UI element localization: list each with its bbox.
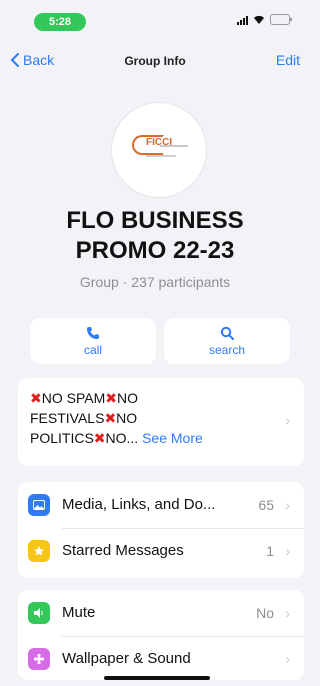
- group-name: FLO BUSINESS PROMO 22-23: [0, 206, 310, 266]
- phone-icon: [87, 327, 99, 339]
- chevron-right-icon: ›: [285, 412, 290, 428]
- description-segment: FESTIVALS: [30, 410, 105, 426]
- chevron-right-icon: ›: [285, 605, 290, 621]
- group-name-line-1: FLO BUSINESS: [66, 207, 244, 234]
- see-more-link[interactable]: See More: [142, 430, 203, 446]
- page-title: Group Info: [124, 54, 186, 68]
- signal-icon: [237, 15, 248, 25]
- wallpaper-sound-row[interactable]: Wallpaper & Sound ›: [18, 636, 304, 680]
- chevron-right-icon: ›: [285, 497, 290, 513]
- chevron-right-icon: ›: [285, 543, 290, 559]
- starred-messages-row[interactable]: Starred Messages 1 ›: [18, 528, 304, 574]
- group-avatar[interactable]: FICCI: [112, 103, 206, 197]
- description-segment: NO: [116, 410, 138, 426]
- call-label: call: [83, 343, 102, 357]
- media-section: Media, Links, and Do... 65 › Starred Mes…: [18, 482, 304, 578]
- flower-icon: [28, 648, 50, 670]
- navigation-bar: Back Group Info Edit: [0, 46, 310, 76]
- edit-button[interactable]: Edit: [276, 52, 300, 68]
- chevron-right-icon: ›: [285, 651, 290, 667]
- group-participants: Group · 237 participants: [79, 274, 231, 290]
- cross-mark-icon: ✖: [105, 390, 117, 406]
- logo-line: [160, 145, 188, 147]
- wallpaper-label: Wallpaper & Sound: [62, 650, 191, 667]
- description-text: ✖NO SPAM✖NO FESTIVALS✖NO POLITICS✖NO... …: [30, 388, 270, 448]
- description-segment: POLITICS: [30, 430, 94, 446]
- description-segment: NO SPAM: [41, 390, 106, 406]
- starred-count: 1: [266, 543, 274, 559]
- mute-value: No: [256, 605, 274, 621]
- call-button[interactable]: call: [30, 318, 156, 364]
- home-indicator[interactable]: [104, 676, 210, 680]
- magnifier-icon: [220, 326, 234, 340]
- settings-section: Mute No › Wallpaper & Sound ›: [18, 590, 304, 680]
- star-icon: [28, 540, 50, 562]
- speaker-icon: [28, 602, 50, 624]
- wifi-icon: [254, 15, 264, 24]
- mute-label: Mute: [62, 604, 96, 621]
- description-segment: NO: [117, 390, 138, 406]
- status-icons: [237, 14, 292, 25]
- photo-icon: [28, 494, 50, 516]
- status-bar: 5:28: [0, 0, 310, 40]
- logo-subline: [146, 155, 176, 157]
- battery-icon: [270, 14, 292, 25]
- group-name-line-2: PROMO 22-23: [75, 237, 235, 264]
- media-count: 65: [258, 497, 274, 513]
- search-button[interactable]: search: [164, 318, 290, 364]
- cross-mark-icon: ✖: [93, 430, 106, 446]
- cross-mark-icon: ✖: [104, 410, 117, 426]
- group-description[interactable]: ✖NO SPAM✖NO FESTIVALS✖NO POLITICS✖NO... …: [18, 378, 304, 466]
- media-label: Media, Links, and Do...: [62, 496, 216, 513]
- description-segment: NO...: [105, 430, 139, 446]
- mute-row[interactable]: Mute No ›: [18, 590, 304, 636]
- cross-mark-icon: ✖: [30, 390, 42, 406]
- search-label: search: [208, 343, 246, 357]
- media-links-docs-row[interactable]: Media, Links, and Do... 65 ›: [18, 482, 304, 528]
- starred-label: Starred Messages: [62, 542, 184, 559]
- status-time: 5:28: [34, 13, 86, 31]
